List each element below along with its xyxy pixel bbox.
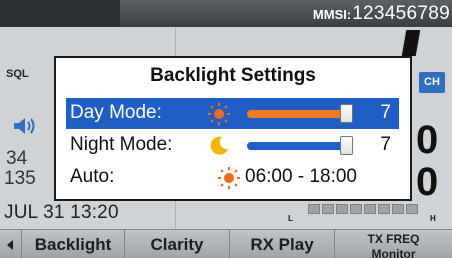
night-slider-track: [247, 142, 353, 150]
meter-segment: [378, 204, 390, 214]
night-slider-thumb[interactable]: [340, 136, 353, 155]
meter-segment: [406, 204, 418, 214]
day-slider-track: [247, 110, 353, 118]
big-digit-lower: 0: [416, 160, 439, 204]
night-mode-value: 7: [380, 134, 391, 155]
softkey-label-line1: TX FREQ: [367, 232, 420, 246]
left-arrow-icon: [7, 240, 13, 250]
day-mode-row[interactable]: Day Mode: 7: [66, 98, 399, 129]
day-mode-slider[interactable]: [247, 104, 353, 123]
night-mode-slider[interactable]: [247, 136, 353, 155]
mmsi-value: 123456789: [352, 3, 450, 24]
softkey-label-line2: Monitor: [371, 247, 416, 258]
mmsi-display: MMSI:123456789: [313, 3, 450, 25]
sql-label: SQL: [6, 68, 29, 80]
backlight-settings-dialog: Backlight Settings Day Mode: 7 Night Mod…: [54, 56, 412, 201]
big-digit-upper: 0: [416, 118, 439, 162]
softkey-backlight[interactable]: Backlight: [22, 230, 125, 258]
meter-segment: [392, 204, 404, 214]
softkey-clarity[interactable]: Clarity: [125, 230, 230, 258]
sun-icon: [208, 103, 230, 125]
background-frequency-2: 135: [4, 168, 36, 189]
auto-label: Auto:: [70, 166, 115, 187]
meter-segment: [336, 204, 348, 214]
dialog-title: Backlight Settings: [150, 65, 316, 86]
status-bar-left-area: [0, 0, 120, 27]
softkey-bar: Backlight Clarity RX Play TX FREQ Monito…: [0, 229, 452, 258]
auto-time-range: 06:00 - 18:00: [245, 166, 357, 187]
softkey-label: RX Play: [250, 235, 314, 254]
day-mode-label: Day Mode:: [70, 102, 162, 123]
channel-badge[interactable]: CH: [419, 72, 445, 93]
moon-icon: [210, 136, 228, 155]
night-mode-row[interactable]: Night Mode: 7: [66, 130, 399, 161]
meter-segment: [364, 204, 376, 214]
softkey-tx-freq-monitor[interactable]: TX FREQ Monitor: [335, 230, 452, 258]
auto-row[interactable]: Auto: 06:00 - 18:00: [66, 162, 399, 193]
meter-segment: [308, 204, 320, 214]
background-frequency-1: 34: [6, 148, 28, 169]
softkey-label: Clarity: [150, 235, 204, 254]
softkey-prev-button[interactable]: [0, 230, 22, 258]
signal-meter: L H: [286, 204, 438, 224]
status-bar: MMSI:123456789: [0, 0, 452, 28]
date-time: JUL 31 13:20: [4, 202, 119, 223]
day-mode-value: 7: [380, 102, 391, 123]
meter-low-label: L: [288, 214, 293, 223]
softkey-label: Backlight: [34, 235, 112, 254]
softkey-rx-play[interactable]: RX Play: [230, 230, 335, 258]
night-mode-label: Night Mode:: [70, 134, 173, 155]
speaker-icon: [14, 118, 35, 134]
meter-segment: [350, 204, 362, 214]
radio-screen: MMSI:123456789 SQL 34 135 JUL 31 13:20 C…: [0, 0, 452, 258]
sun-icon: [218, 167, 240, 189]
meter-high-label: H: [430, 214, 436, 223]
day-slider-thumb[interactable]: [340, 104, 353, 123]
mmsi-label: MMSI:: [312, 7, 352, 22]
meter-segment: [322, 204, 334, 214]
